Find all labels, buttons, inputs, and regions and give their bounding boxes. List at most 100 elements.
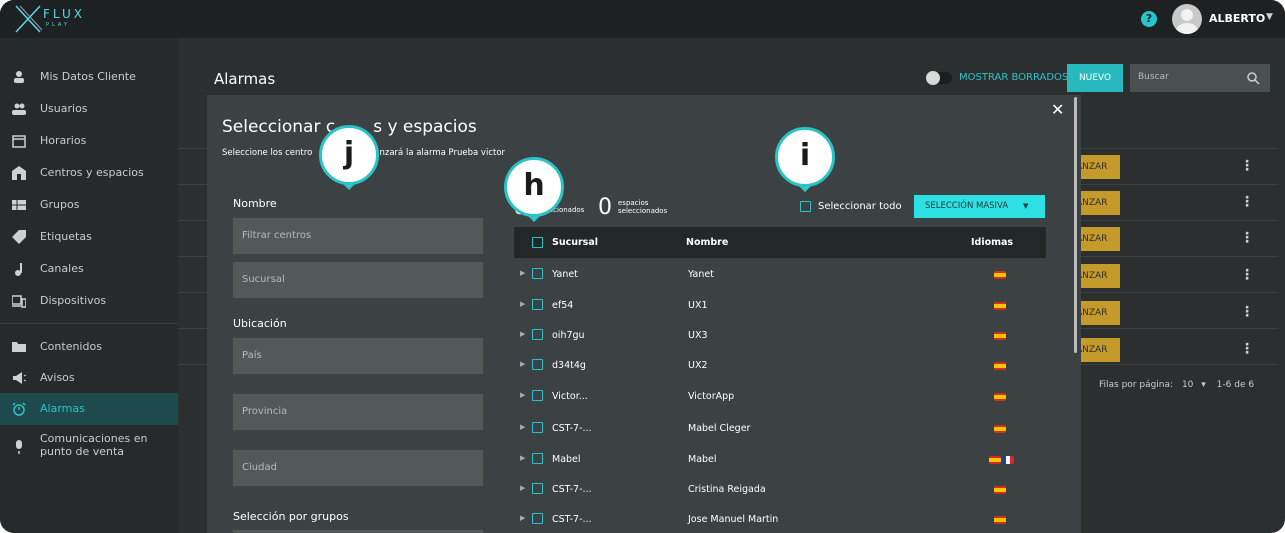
- chevron-down-icon[interactable]: ▾: [1201, 380, 1206, 390]
- advance-button[interactable]: ANZAR: [1076, 227, 1120, 251]
- rows-per-page-label: Filas por página:: [1099, 380, 1174, 390]
- search-icon[interactable]: [1246, 71, 1260, 85]
- more-vert-icon[interactable]: ⋮: [1240, 158, 1254, 174]
- more-vert-icon[interactable]: ⋮: [1240, 267, 1254, 283]
- table-row[interactable]: ▶ CST-7-... Cristina Reigada: [514, 474, 1046, 504]
- sidebar-item-canales[interactable]: Canales: [0, 253, 178, 285]
- avatar[interactable]: [1172, 4, 1202, 34]
- table-row[interactable]: ▶ oih7gu UX3: [514, 320, 1046, 350]
- expand-arrow-icon[interactable]: ▶: [520, 330, 525, 338]
- cell-sucursal: Mabel: [552, 454, 581, 465]
- row-checkbox[interactable]: [532, 422, 543, 433]
- app-window: FLUX PLAY ? ALBERTO ▼ Mis Datos Cliente …: [0, 0, 1285, 533]
- table-row[interactable]: ▶ Yanet Yanet: [514, 259, 1046, 289]
- expand-arrow-icon[interactable]: ▶: [520, 514, 525, 522]
- sidebar-item-alarmas[interactable]: Alarmas: [0, 393, 178, 425]
- select-all-label[interactable]: Seleccionar todo: [818, 201, 902, 212]
- sidebar-item-comunicaciones[interactable]: Comunicaciones en punto de venta: [0, 430, 178, 464]
- table-row[interactable]: ▶ Mabel Mabel: [514, 444, 1046, 474]
- megaphone-icon: [13, 372, 26, 384]
- microphone-icon: [16, 440, 22, 454]
- cell-nombre: UX1: [688, 300, 708, 311]
- sidebar-item-label: Contenidos: [40, 340, 102, 353]
- advance-button[interactable]: ANZAR: [1076, 191, 1120, 215]
- input-placeholder: Filtrar centros: [242, 230, 312, 241]
- advance-button[interactable]: ANZAR: [1076, 155, 1120, 179]
- expand-arrow-icon[interactable]: ▶: [520, 300, 525, 308]
- chevron-down-icon[interactable]: ▼: [1266, 12, 1273, 22]
- sidebar-item-contenidos[interactable]: Contenidos: [0, 331, 178, 363]
- row-checkbox[interactable]: [532, 483, 543, 494]
- toggle-knob[interactable]: [926, 71, 940, 85]
- table-row[interactable]: ▶ d34t4g UX2: [514, 350, 1046, 380]
- table-row[interactable]: ▶ CST-7-... Mabel Cleger: [514, 413, 1046, 443]
- callout-h: h: [504, 157, 564, 217]
- country-input[interactable]: País: [233, 338, 483, 374]
- search-input[interactable]: Buscar: [1130, 64, 1270, 92]
- sidebar-item-label: Canales: [40, 262, 84, 275]
- music-note-icon: [15, 263, 22, 276]
- row-checkbox[interactable]: [532, 513, 543, 524]
- expand-arrow-icon[interactable]: ▶: [520, 391, 525, 399]
- sidebar-item-mis-datos[interactable]: Mis Datos Cliente: [0, 61, 178, 93]
- row-checkbox[interactable]: [532, 359, 543, 370]
- table-row[interactable]: ▶ Victor... VictorApp: [514, 381, 1046, 411]
- expand-arrow-icon[interactable]: ▶: [520, 423, 525, 431]
- col-nombre[interactable]: Nombre: [686, 237, 728, 248]
- advance-button[interactable]: ANZAR: [1076, 301, 1120, 325]
- show-deleted-label[interactable]: MOSTRAR BORRADOS: [959, 72, 1068, 83]
- province-input[interactable]: Provincia: [233, 394, 483, 430]
- table-row[interactable]: ▶ ef54 UX1: [514, 290, 1046, 320]
- caret-down-icon: ▼: [1023, 202, 1029, 210]
- modal-scrollbar[interactable]: [1074, 97, 1077, 353]
- sidebar-item-centros[interactable]: Centros y espacios: [0, 157, 178, 189]
- row-checkbox[interactable]: [532, 268, 543, 279]
- sidebar-item-grupos[interactable]: Grupos: [0, 189, 178, 221]
- cell-sucursal: Victor...: [552, 391, 588, 402]
- user-name[interactable]: ALBERTO: [1209, 12, 1265, 25]
- select-all-checkbox[interactable]: [800, 201, 811, 212]
- more-vert-icon[interactable]: ⋮: [1240, 304, 1254, 320]
- sidebar-item-etiquetas[interactable]: Etiquetas: [0, 221, 178, 253]
- alarm-icon: [12, 402, 26, 416]
- rows-per-page-select[interactable]: 10: [1182, 380, 1193, 390]
- more-vert-icon[interactable]: ⋮: [1240, 194, 1254, 210]
- sidebar-item-avisos[interactable]: Avisos: [0, 362, 178, 394]
- modal-title-part: s y espacios: [373, 117, 477, 137]
- sidebar-item-usuarios[interactable]: Usuarios: [0, 93, 178, 125]
- expand-arrow-icon[interactable]: ▶: [520, 484, 525, 492]
- bulk-selection-label: SELECCIÓN MASIVA: [925, 201, 1009, 211]
- cell-sucursal: CST-7-...: [552, 423, 592, 434]
- name-section-label: Nombre: [233, 197, 277, 210]
- spain-flag-icon: [994, 393, 1006, 401]
- row-checkbox[interactable]: [532, 453, 543, 464]
- close-icon[interactable]: ✕: [1051, 100, 1064, 119]
- branch-input[interactable]: Sucursal: [233, 262, 483, 298]
- row-checkbox[interactable]: [532, 390, 543, 401]
- new-button[interactable]: NUEVO: [1067, 64, 1123, 92]
- advance-button[interactable]: ANZAR: [1076, 264, 1120, 288]
- row-checkbox[interactable]: [532, 329, 543, 340]
- sidebar-item-horarios[interactable]: Horarios: [0, 125, 178, 157]
- more-vert-icon[interactable]: ⋮: [1240, 230, 1254, 246]
- header-checkbox[interactable]: [532, 237, 543, 248]
- bulk-selection-button[interactable]: SELECCIÓN MASIVA ▼: [914, 195, 1045, 218]
- sidebar-item-label: Usuarios: [40, 102, 88, 115]
- sidebar-item-label: Centros y espacios: [40, 166, 144, 179]
- sidebar-item-dispositivos[interactable]: Dispositivos: [0, 285, 178, 317]
- city-input[interactable]: Ciudad: [233, 450, 483, 486]
- col-sucursal[interactable]: Sucursal: [552, 237, 598, 248]
- more-vert-icon[interactable]: ⋮: [1240, 341, 1254, 357]
- table-row[interactable]: ▶ CST-7-... Jose Manuel Martin: [514, 504, 1046, 533]
- expand-arrow-icon[interactable]: ▶: [520, 269, 525, 277]
- calendar-icon: [12, 135, 26, 148]
- advance-button[interactable]: ANZAR: [1076, 338, 1120, 362]
- filter-centers-input[interactable]: Filtrar centros: [233, 218, 483, 254]
- help-icon[interactable]: ?: [1141, 11, 1157, 27]
- spaces-count: 0: [598, 195, 612, 220]
- row-checkbox[interactable]: [532, 299, 543, 310]
- col-idiomas[interactable]: Idiomas: [971, 237, 1013, 248]
- expand-arrow-icon[interactable]: ▶: [520, 454, 525, 462]
- expand-arrow-icon[interactable]: ▶: [520, 360, 525, 368]
- spaces-label-1: espacios: [618, 199, 649, 207]
